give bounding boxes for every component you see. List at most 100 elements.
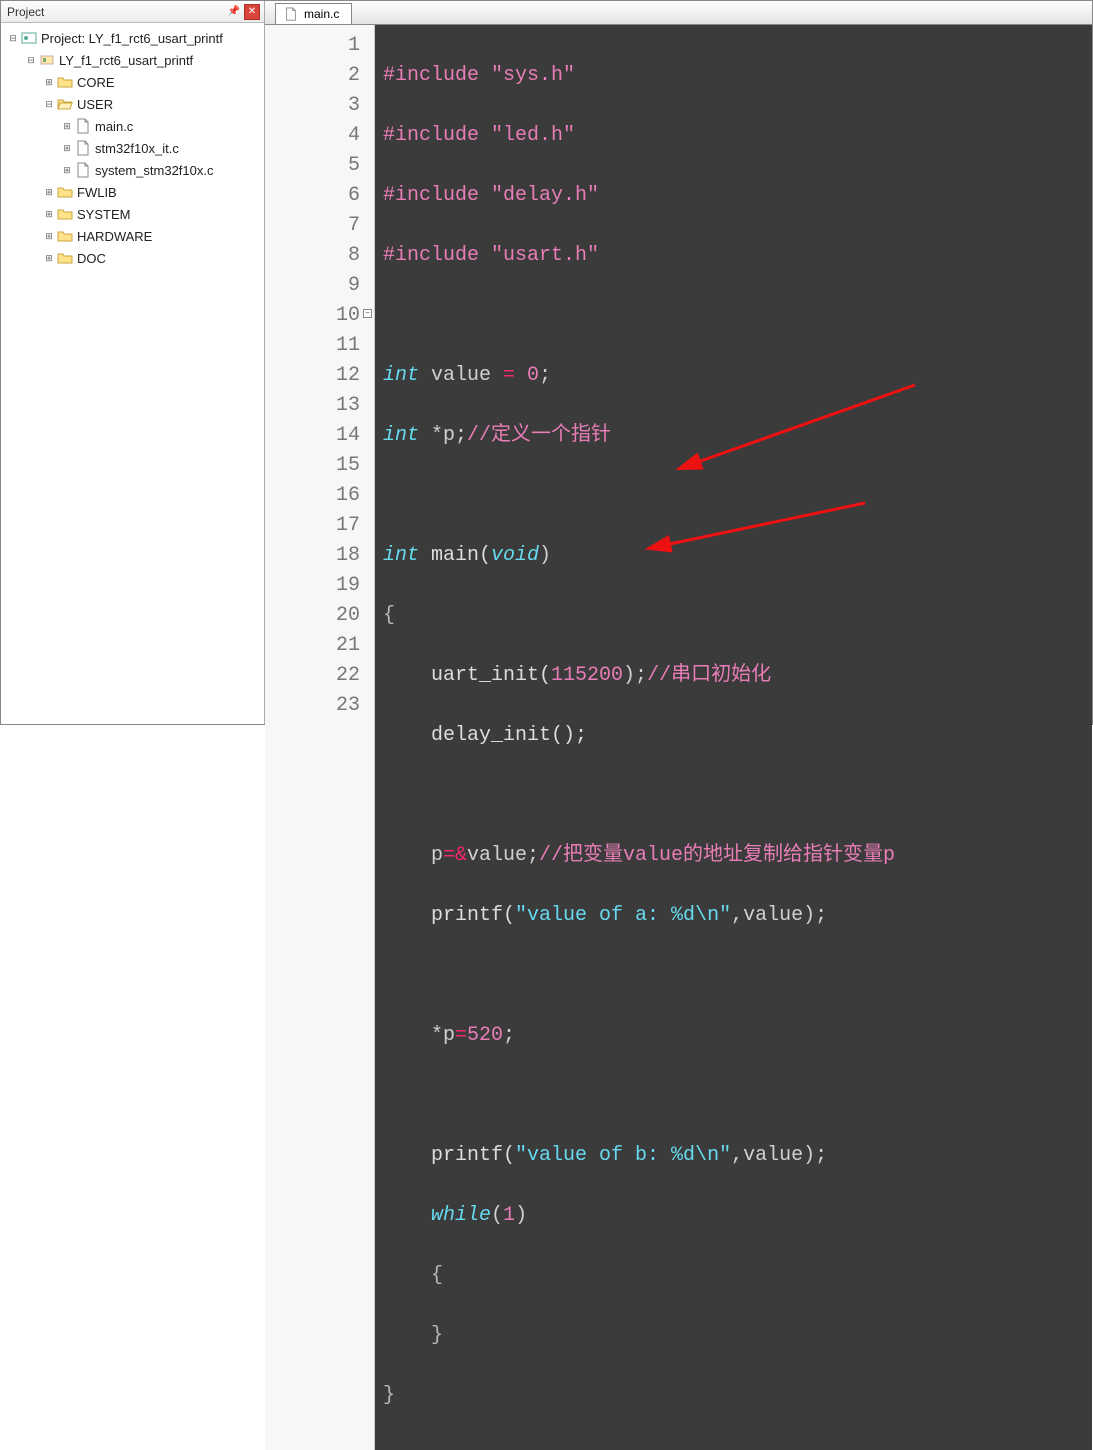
op: = bbox=[455, 1024, 467, 1047]
expand-icon[interactable]: ⊞ bbox=[61, 143, 73, 154]
txt: *p bbox=[383, 1024, 455, 1047]
tree-label: DOC bbox=[77, 251, 106, 266]
expand-icon[interactable]: ⊟ bbox=[7, 33, 19, 44]
code-body[interactable]: #include "sys.h" #include "led.h" #inclu… bbox=[375, 25, 1092, 1450]
tree-file-main[interactable]: ⊞ main.c bbox=[1, 115, 264, 137]
fn: main( bbox=[419, 544, 491, 567]
txt: ) bbox=[515, 1204, 527, 1227]
kw: void bbox=[491, 544, 539, 567]
num: 115200 bbox=[551, 664, 623, 687]
fn: delay_init(); bbox=[383, 724, 587, 747]
brace: } bbox=[383, 1384, 395, 1407]
txt: ; bbox=[539, 364, 551, 387]
txt: ) bbox=[539, 544, 551, 567]
folder-icon bbox=[57, 184, 73, 200]
expand-icon[interactable]: ⊟ bbox=[25, 55, 37, 66]
project-panel-title: Project bbox=[7, 5, 226, 19]
expand-icon[interactable]: ⊞ bbox=[43, 77, 55, 88]
tree-root[interactable]: ⊟ Project: LY_f1_rct6_usart_printf bbox=[1, 27, 264, 49]
tree-label: CORE bbox=[77, 75, 115, 90]
tree-label: HARDWARE bbox=[77, 229, 152, 244]
fn: uart_init( bbox=[383, 664, 551, 687]
num: 0 bbox=[515, 364, 539, 387]
code-include: #include "usart.h" bbox=[383, 244, 599, 267]
tree-label: USER bbox=[77, 97, 113, 112]
kw: int bbox=[383, 544, 419, 567]
expand-icon[interactable]: ⊞ bbox=[43, 253, 55, 264]
txt: *p; bbox=[419, 424, 467, 447]
num: 520 bbox=[467, 1024, 503, 1047]
close-icon[interactable]: ✕ bbox=[244, 4, 260, 20]
expand-icon[interactable]: ⊞ bbox=[43, 231, 55, 242]
tree-label: SYSTEM bbox=[77, 207, 130, 222]
expand-icon[interactable]: ⊟ bbox=[43, 99, 55, 110]
tree-target[interactable]: ⊟ LY_f1_rct6_usart_printf bbox=[1, 49, 264, 71]
txt: p bbox=[383, 844, 443, 867]
comment: //串口初始化 bbox=[647, 664, 771, 687]
kw: int bbox=[383, 424, 419, 447]
expand-icon[interactable]: ⊞ bbox=[43, 187, 55, 198]
tree-folder-hardware[interactable]: ⊞ HARDWARE bbox=[1, 225, 264, 247]
code-include: #include "led.h" bbox=[383, 124, 575, 147]
tree-label: system_stm32f10x.c bbox=[95, 163, 214, 178]
expand-icon[interactable]: ⊞ bbox=[43, 209, 55, 220]
tree-file-sys[interactable]: ⊞ system_stm32f10x.c bbox=[1, 159, 264, 181]
c-file-icon bbox=[75, 118, 91, 134]
tree-label: FWLIB bbox=[77, 185, 117, 200]
fold-icon[interactable]: − bbox=[363, 309, 372, 318]
line-gutter: 123 456 789 10− 111213 141516 171819 202… bbox=[265, 25, 375, 1450]
op: = bbox=[503, 364, 515, 387]
pin-icon[interactable]: 📌 bbox=[226, 4, 242, 20]
tab-label: main.c bbox=[304, 7, 339, 21]
tree-file-it[interactable]: ⊞ stm32f10x_it.c bbox=[1, 137, 264, 159]
code-editor[interactable]: 123 456 789 10− 111213 141516 171819 202… bbox=[265, 25, 1092, 1450]
fn: printf( bbox=[383, 1144, 515, 1167]
expand-icon[interactable]: ⊞ bbox=[61, 121, 73, 132]
editor-area: main.c 123 456 789 10− 111213 141516 171… bbox=[265, 1, 1092, 724]
txt: ); bbox=[623, 664, 647, 687]
txt: ,value); bbox=[731, 904, 827, 927]
string: "value of b: %d\n" bbox=[515, 1144, 731, 1167]
folder-icon bbox=[57, 74, 73, 90]
tree-label: LY_f1_rct6_usart_printf bbox=[59, 53, 193, 68]
folder-icon bbox=[57, 206, 73, 222]
tab-bar: main.c bbox=[265, 1, 1092, 25]
kw: int bbox=[383, 364, 419, 387]
target-icon bbox=[39, 52, 55, 68]
c-file-icon bbox=[75, 140, 91, 156]
folder-open-icon bbox=[57, 96, 73, 112]
tree-folder-system[interactable]: ⊞ SYSTEM bbox=[1, 203, 264, 225]
kw: while bbox=[383, 1204, 491, 1227]
project-tree: ⊟ Project: LY_f1_rct6_usart_printf ⊟ LY_… bbox=[1, 23, 264, 273]
fn: printf( bbox=[383, 904, 515, 927]
num: 1 bbox=[503, 1204, 515, 1227]
project-panel-header: Project 📌 ✕ bbox=[1, 1, 264, 23]
comment: //定义一个指针 bbox=[467, 424, 611, 447]
txt: ,value); bbox=[731, 1144, 827, 1167]
tree-label: stm32f10x_it.c bbox=[95, 141, 179, 156]
tab-main-c[interactable]: main.c bbox=[275, 3, 352, 24]
tree-folder-user[interactable]: ⊟ USER bbox=[1, 93, 264, 115]
folder-icon bbox=[57, 250, 73, 266]
brace: } bbox=[383, 1324, 443, 1347]
txt: value; bbox=[467, 844, 539, 867]
code-include: #include "sys.h" bbox=[383, 64, 575, 87]
project-icon bbox=[21, 30, 37, 46]
tree-folder-core[interactable]: ⊞ CORE bbox=[1, 71, 264, 93]
expand-icon[interactable]: ⊞ bbox=[61, 165, 73, 176]
txt: ( bbox=[491, 1204, 503, 1227]
txt: value bbox=[419, 364, 503, 387]
app-root: Project 📌 ✕ ⊟ Project: LY_f1_rct6_usart_… bbox=[0, 0, 1093, 725]
tree-label: main.c bbox=[95, 119, 133, 134]
folder-icon bbox=[57, 228, 73, 244]
panel-header-icons: 📌 ✕ bbox=[226, 4, 260, 20]
brace: { bbox=[383, 1264, 443, 1287]
comment: //把变量value的地址复制给指针变量p bbox=[539, 844, 895, 867]
tree-label: Project: LY_f1_rct6_usart_printf bbox=[41, 31, 223, 46]
string: "value of a: %d\n" bbox=[515, 904, 731, 927]
tree-folder-fwlib[interactable]: ⊞ FWLIB bbox=[1, 181, 264, 203]
c-file-icon bbox=[284, 7, 298, 21]
c-file-icon bbox=[75, 162, 91, 178]
project-panel: Project 📌 ✕ ⊟ Project: LY_f1_rct6_usart_… bbox=[1, 1, 265, 724]
tree-folder-doc[interactable]: ⊞ DOC bbox=[1, 247, 264, 269]
